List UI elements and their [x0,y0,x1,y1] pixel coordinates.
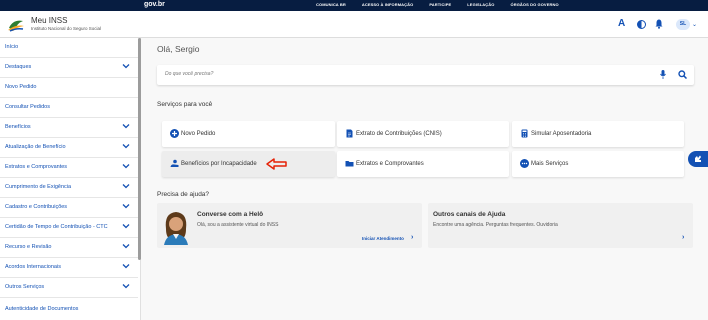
sidebar-item-novo-pedido[interactable]: Novo Pedido [0,78,138,98]
chevron-down-icon [122,144,130,149]
helo-avatar [164,212,188,245]
sidebar-item-cadastro[interactable]: Cadastro e Contribuições [0,198,138,218]
chevron-right-icon[interactable]: › [411,234,413,241]
help-card-outros-canais[interactable]: Outros canais de Ajuda Encontre uma agên… [428,203,693,248]
chevron-down-icon [122,64,130,69]
gov-links: COMUNICA BR ACESSO À INFORMAÇÃO PARTICIP… [316,2,575,7]
service-label: Mais Serviços [531,161,569,167]
sidebar-item-label: Benefícios [5,124,31,130]
sidebar-item-ctc[interactable]: Certidão de Tempo de Contribuição - CTC [0,218,138,238]
bell-icon[interactable] [655,19,663,29]
gov-link-acesso[interactable]: ACESSO À INFORMAÇÃO [362,2,413,7]
search-icon[interactable] [678,70,687,79]
font-size-button[interactable]: A [618,18,625,29]
app-header: Meu INSS Instituto Nacional do Seguro So… [0,11,708,38]
annotation-arrow-icon [266,158,287,170]
chevron-right-icon[interactable]: › [682,234,684,241]
sidebar-item-outros[interactable]: Outros Serviços [0,278,138,298]
app-subtitle: Instituto Nacional do Seguro Social [31,26,102,31]
sidebar-item-acordos[interactable]: Acordos Internacionais [0,258,138,278]
help-card-title: Converse com a Helô [197,211,264,218]
sidebar-item-label: Atualização de Benefício [5,144,66,150]
search-input[interactable]: Do que você precisa? [165,71,213,77]
service-card-extratos[interactable]: Extratos e Comprovantes [337,151,509,177]
sidebar-scrollbar[interactable] [138,38,141,260]
service-card-simular[interactable]: Simular Aposentadoria [512,121,684,147]
service-label: Simular Aposentadoria [531,131,592,137]
sidebar-item-label: Outros Serviços [5,284,45,290]
sidebar-item-label: Extratos e Comprovantes [5,164,68,170]
services-title: Serviços para você [157,101,213,108]
sidebar-item-extratos[interactable]: Extratos e Comprovantes [0,158,138,178]
sidebar-item-cumprimento[interactable]: Cumprimento de Exigência [0,178,138,198]
chevron-down-icon [122,164,130,169]
chevron-down-icon [122,124,130,129]
chevron-down-icon[interactable]: ⌄ [692,21,697,28]
app-title: Meu INSS [31,16,68,25]
sidebar-item-label: Certidão de Tempo de Contribuição - CTC [5,224,108,230]
help-card-subtitle: Olá, sou a assistente virtual do INSS [197,222,279,228]
user-avatar[interactable]: SL [676,19,690,30]
sidebar-nav: Início Destaques Novo Pedido Consultar P… [0,38,141,320]
chevron-down-icon [122,264,130,269]
service-label: Extrato de Contribuições (CNIS) [356,131,442,137]
sidebar-item-label: Início [5,44,19,50]
search-bar[interactable]: Do que você precisa? [157,65,694,85]
gov-link-orgaos[interactable]: ÓRGÃOS DO GOVERNO [511,2,559,7]
sidebar-item-label: Destaques [5,64,32,70]
service-card-mais-servicos[interactable]: Mais Serviços [512,151,684,177]
service-card-beneficios-incapacidade[interactable]: Benefícios por Incapacidade [162,151,335,177]
chevron-down-icon [122,244,130,249]
sidebar-item-label: Consultar Pedidos [5,104,50,110]
sidebar-item-label: Cumprimento de Exigência [5,184,72,190]
greeting: Olá, Sergio [157,44,200,54]
sidebar-item-recurso[interactable]: Recurso e Revisão [0,238,138,258]
sign-language-icon [695,155,701,162]
folder-icon [345,161,354,167]
govbr-logo[interactable]: gov.br [144,1,165,8]
gov-link-comunica[interactable]: COMUNICA BR [316,2,346,7]
help-card-title: Outros canais de Ajuda [433,211,506,218]
help-title: Precisa de ajuda? [157,191,210,198]
sidebar-item-label: Novo Pedido [5,84,37,90]
gov-link-participe[interactable]: PARTICIPE [429,2,451,7]
service-label: Extratos e Comprovantes [356,161,424,167]
sidebar-item-label: Recurso e Revisão [5,244,52,250]
sidebar-item-consultar-pedidos[interactable]: Consultar Pedidos [0,98,138,118]
service-label: Novo Pedido [181,131,216,137]
service-card-extrato-cnis[interactable]: Extrato de Contribuições (CNIS) [337,121,509,147]
gov-top-bar: gov.br COMUNICA BR ACESSO À INFORMAÇÃO P… [0,0,708,11]
chevron-down-icon [122,204,130,209]
plus-circle-icon [170,129,179,138]
gov-link-legislacao[interactable]: LEGISLAÇÃO [467,2,494,7]
sidebar-item-atualizacao[interactable]: Atualização de Benefício [0,138,138,158]
calculator-icon [521,129,528,138]
sidebar-item-destaques[interactable]: Destaques [0,58,138,78]
service-card-novo-pedido[interactable]: Novo Pedido [162,121,335,147]
document-icon [346,129,353,138]
sidebar-item-label: Cadastro e Contribuições [5,204,68,210]
more-dots-icon [520,159,529,168]
contrast-icon[interactable] [637,20,646,29]
sidebar-item-inicio[interactable]: Início [0,38,138,58]
accessibility-button[interactable] [688,151,708,167]
sidebar-item-label: Autenticidade de Documentos [5,306,79,312]
sidebar-item-autenticidade[interactable]: Autenticidade de Documentos [0,300,138,320]
help-card-helo[interactable]: Converse com a Helô Olá, sou a assistent… [157,203,422,248]
sidebar-item-beneficios[interactable]: Benefícios [0,118,138,138]
service-label: Benefícios por Incapacidade [181,161,257,167]
chevron-down-icon [122,284,130,289]
chevron-down-icon [122,184,130,189]
inss-logo-icon[interactable] [7,18,25,32]
person-bed-icon [170,159,179,167]
microphone-icon[interactable] [660,70,666,79]
sidebar-item-label: Acordos Internacionais [5,264,61,270]
chevron-down-icon [122,224,130,229]
start-chat-link[interactable]: Iniciar Atendimento [362,236,404,241]
help-card-subtitle: Encontre uma agência. Perguntas frequent… [433,222,558,228]
